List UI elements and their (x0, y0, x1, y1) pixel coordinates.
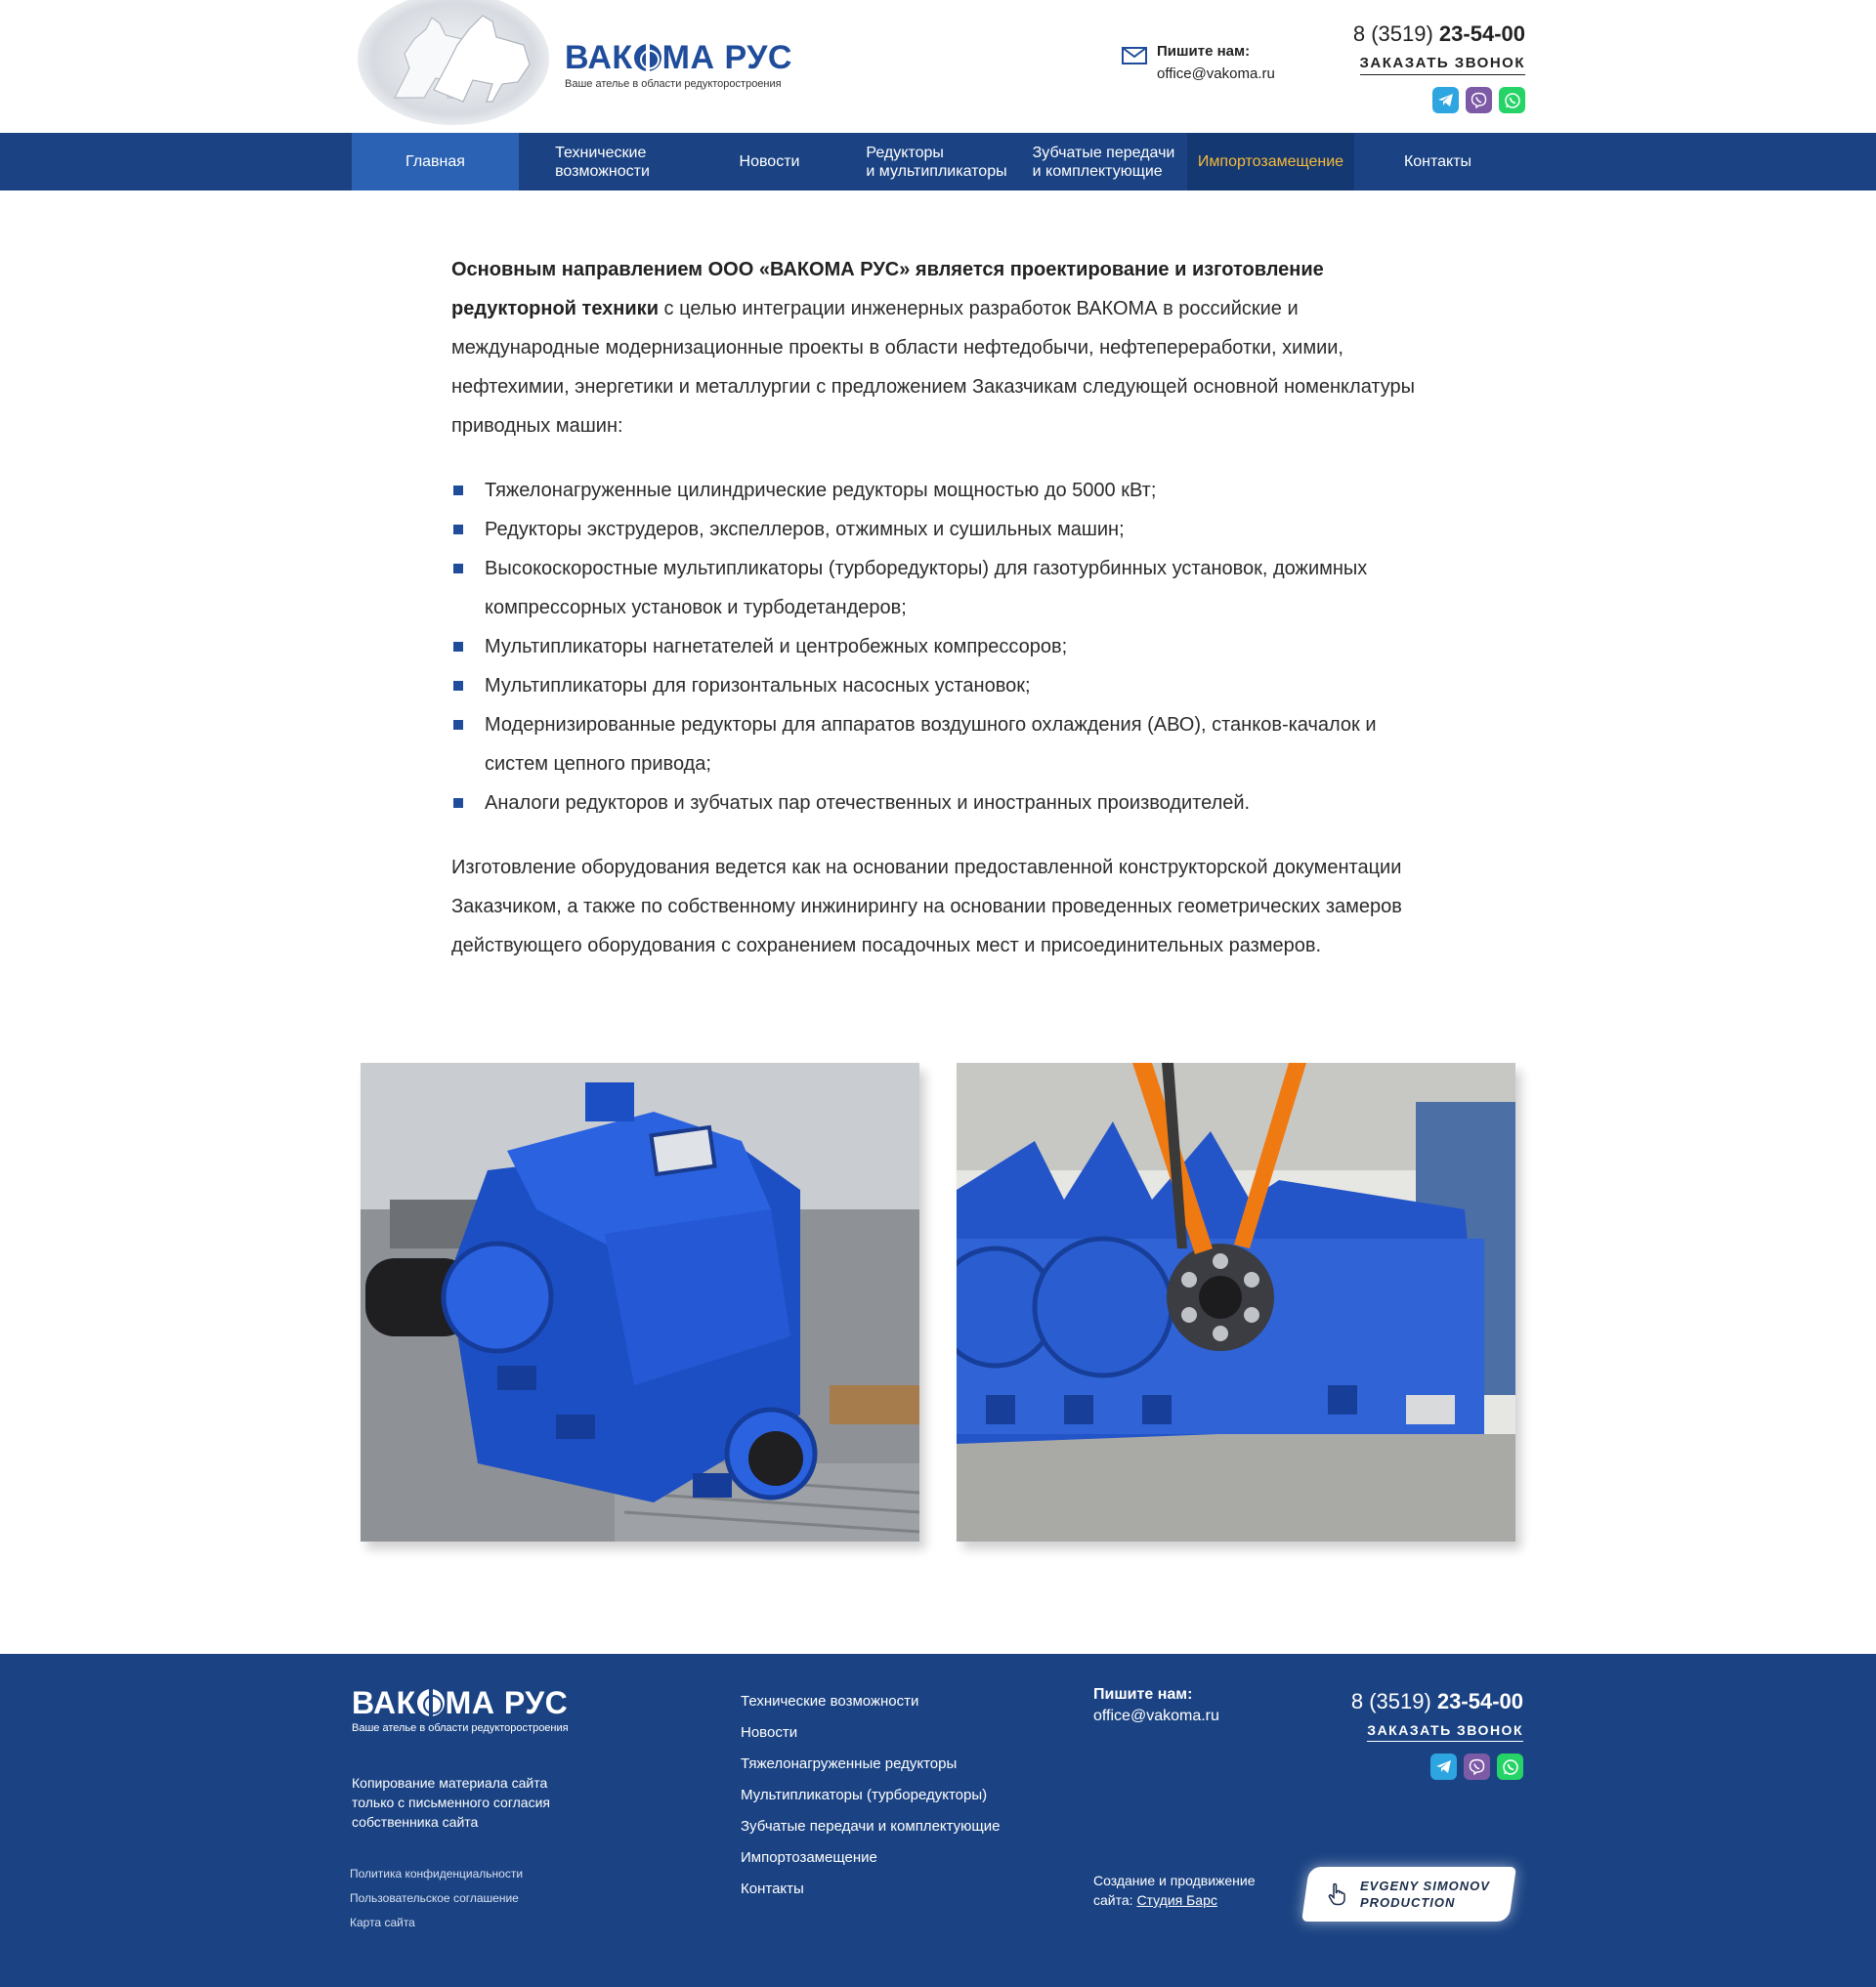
products-list: Тяжелонагруженные цилиндрические редукто… (451, 471, 1428, 823)
footer-email-link[interactable]: office@vakoma.ru (1093, 1708, 1219, 1725)
nav-item-label: Редукторы (866, 144, 944, 161)
footer-menu-item[interactable]: Импортозамещение (741, 1842, 1001, 1874)
pointer-hand-icon (1328, 1882, 1345, 1906)
dev-text-line2: сайта: (1093, 1892, 1133, 1908)
privacy-policy-link[interactable]: Политика конфиденциальности (350, 1862, 523, 1886)
list-item: Тяжелонагруженные цилиндрические редукто… (451, 471, 1428, 510)
logo-text-right: МА РУС (661, 39, 792, 76)
list-item: Редукторы экструдеров, экспеллеров, отжи… (451, 510, 1428, 549)
nav-item-label-line2: и комплектующие (1032, 162, 1163, 180)
logo-o-icon (633, 44, 661, 71)
footer-logo-subtitle: Ваше ателье в области редукторостроения (352, 1722, 569, 1734)
dev-text-line1: Создание и продвижение (1093, 1873, 1256, 1888)
footer-menu-item[interactable]: Тяжелонагруженные редукторы (741, 1749, 1001, 1780)
outro-paragraph: Изготовление оборудования ведется как на… (451, 857, 1402, 956)
footer-menu-item[interactable]: Зубчатые передачи и комплектующие (741, 1811, 1001, 1842)
sitemap-link[interactable]: Карта сайта (350, 1911, 523, 1935)
nav-item-news[interactable]: Новости (686, 133, 853, 190)
horses-logo-image (358, 0, 549, 125)
footer-copyright-notice: Копирование материала сайта только с пис… (352, 1775, 550, 1830)
list-item: Мультипликаторы нагнетателей и центробеж… (451, 627, 1428, 666)
nav-item-contacts[interactable]: Контакты (1354, 133, 1521, 190)
footer-socials (1351, 1754, 1523, 1780)
nav-item-import-substitution[interactable]: Импортозамещение (1187, 133, 1354, 190)
nav-item-label-line2: и мультипликаторы (866, 162, 1007, 180)
telegram-icon[interactable] (1430, 1754, 1457, 1780)
list-item: Аналоги редукторов и зубчатых пар отечес… (451, 783, 1428, 823)
site-header: ВАК МА РУС Ваше ателье в области редуктор… (0, 0, 1876, 133)
footer-developer-credit: Создание и продвижение сайта: Студия Бар… (1093, 1871, 1256, 1910)
footer-menu: Технические возможности Новости Тяжелона… (741, 1686, 1001, 1905)
gearbox-photo-2 (957, 1063, 1515, 1542)
evgeny-simonov-badge[interactable]: EVGENY SIMONOV PRODUCTION (1301, 1867, 1516, 1922)
header-email-link[interactable]: office@vakoma.ru (1157, 65, 1275, 82)
viber-icon[interactable] (1466, 87, 1492, 113)
phone-number: 23-54-00 (1438, 21, 1525, 46)
nav-inner: Главная Технические возможности Новости Р… (352, 133, 1524, 190)
nav-item-label: Зубчатые передачи (1032, 144, 1175, 161)
footer-menu-item[interactable]: Технические возможности (741, 1686, 1001, 1717)
main-navigation: Главная Технические возможности Новости Р… (0, 133, 1876, 190)
nav-item-gears[interactable]: Зубчатые передачи и комплектующие (1020, 133, 1187, 190)
footer-write-title: Пишите нам: (1093, 1686, 1193, 1703)
header-phone-block: 8 (3519) 23-54-00 ЗАКАЗАТЬ ЗВОНОК (1353, 21, 1525, 113)
logo-text-right: МА РУС (445, 1685, 569, 1720)
viber-icon[interactable] (1464, 1754, 1490, 1780)
footer-menu-item[interactable]: Мультипликаторы (турборедукторы) (741, 1780, 1001, 1811)
footer-callback-button[interactable]: ЗАКАЗАТЬ ЗВОНОК (1367, 1722, 1523, 1742)
badge-line2: PRODUCTION (1360, 1895, 1456, 1910)
footer-phone-block: 8 (3519) 23-54-00 ЗАКАЗАТЬ ЗВОНОК (1351, 1689, 1523, 1780)
site-footer: ВАК МА РУС Ваше ателье в области редуктор… (0, 1654, 1876, 1987)
site-logo[interactable]: ВАК МА РУС Ваше ателье в области редуктор… (565, 41, 792, 90)
badge-line1: EVGENY SIMONOV (1360, 1879, 1490, 1893)
nav-item-technical-capabilities[interactable]: Технические возможности (519, 133, 686, 190)
footer-logo-wordmark: ВАК МА РУС (352, 1687, 569, 1718)
nav-item-label-line2: возможности (555, 162, 650, 180)
main-content: Основным направлением ООО «ВАКОМА РУС» я… (451, 250, 1428, 965)
nav-item-label: Новости (739, 153, 800, 170)
mail-icon (1122, 47, 1147, 64)
logo-text-left: ВАК (565, 39, 633, 76)
telegram-icon[interactable] (1432, 87, 1459, 113)
header-callback-button[interactable]: ЗАКАЗАТЬ ЗВОНОК (1359, 55, 1525, 75)
nav-item-home[interactable]: Главная (352, 133, 519, 190)
header-socials (1353, 87, 1525, 113)
footer-legal-links: Политика конфиденциальности Пользователь… (350, 1862, 523, 1935)
whatsapp-icon[interactable] (1499, 87, 1525, 113)
footer-menu-item[interactable]: Новости (741, 1717, 1001, 1749)
nav-item-label: Главная (405, 153, 465, 170)
list-item: Высокоскоростные мультипликаторы (турбор… (451, 549, 1428, 627)
gearbox-photo-1 (361, 1063, 919, 1542)
list-item: Модернизированные редукторы для аппарато… (451, 705, 1428, 783)
logo-wordmark: ВАК МА РУС (565, 41, 792, 74)
header-phone[interactable]: 8 (3519) 23-54-00 (1353, 21, 1525, 47)
header-contact-email: Пишите нам: office@vakoma.ru (1122, 43, 1275, 82)
studio-bars-link[interactable]: Студия Барс (1136, 1892, 1216, 1908)
nav-item-label: Импортозамещение (1197, 153, 1344, 170)
write-us-title: Пишите нам: (1157, 43, 1251, 60)
phone-prefix: 8 (3519) (1350, 1689, 1431, 1713)
nav-item-reducers[interactable]: Редукторы и мультипликаторы (853, 133, 1020, 190)
logo-subtitle: Ваше ателье в области редукторостроения (565, 78, 782, 90)
list-item: Мультипликаторы для горизонтальных насос… (451, 666, 1428, 705)
intro-paragraph: Основным направлением ООО «ВАКОМА РУС» я… (451, 250, 1428, 445)
footer-menu-item[interactable]: Контакты (741, 1874, 1001, 1905)
footer-phone[interactable]: 8 (3519) 23-54-00 (1351, 1689, 1523, 1714)
phone-number: 23-54-00 (1436, 1689, 1523, 1713)
nav-item-label: Технические (555, 144, 647, 161)
footer-logo[interactable]: ВАК МА РУС Ваше ателье в области редуктор… (352, 1687, 569, 1734)
whatsapp-icon[interactable] (1497, 1754, 1523, 1780)
phone-prefix: 8 (3519) (1352, 21, 1433, 46)
nav-item-label: Контакты (1403, 153, 1472, 170)
footer-contact-email: Пишите нам: office@vakoma.ru (1093, 1686, 1219, 1725)
user-agreement-link[interactable]: Пользовательское соглашение (350, 1886, 523, 1911)
logo-o-icon (416, 1689, 445, 1716)
logo-text-left: ВАК (352, 1685, 416, 1720)
